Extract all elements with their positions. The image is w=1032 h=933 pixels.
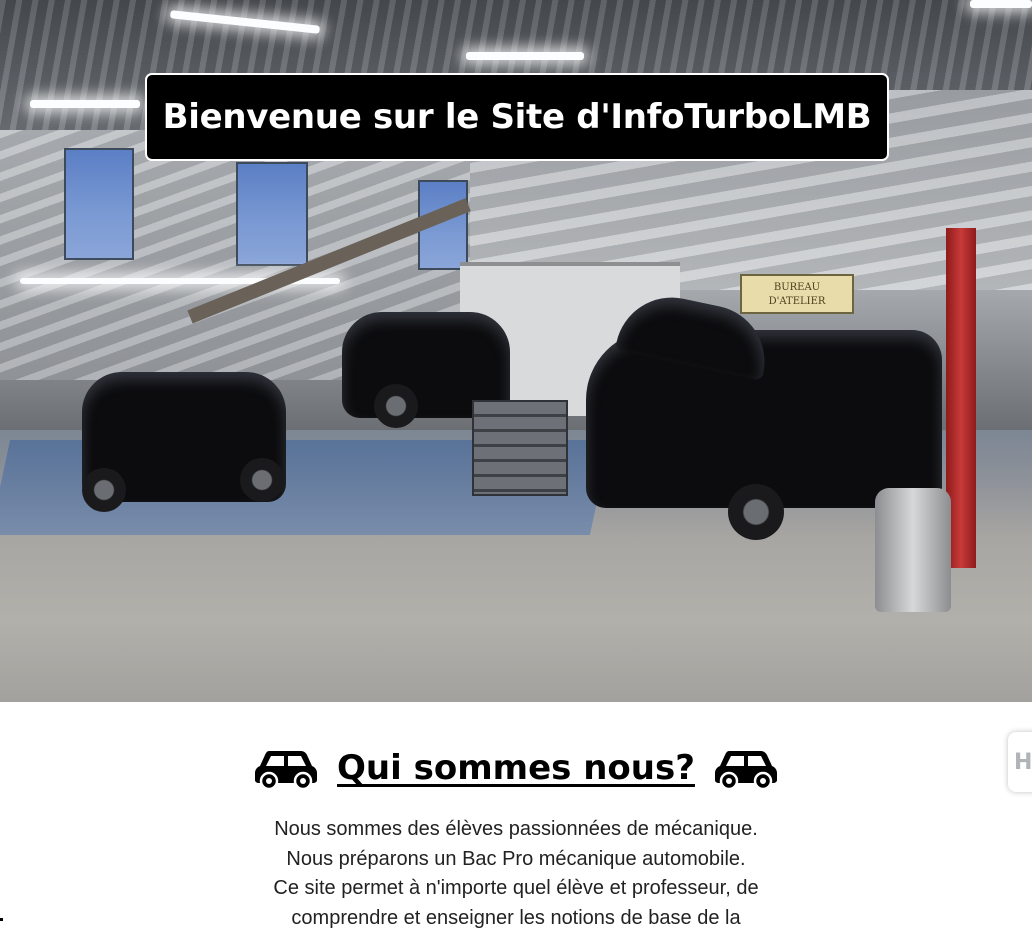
oil-drain-drum [875,488,951,612]
garage-window [64,148,134,260]
about-title: Qui sommes nous? [337,748,695,788]
hero-title: Bienvenue sur le Site d'InfoTurboLMB [145,73,889,161]
edge-marker [0,918,3,921]
office-sign-line: BUREAU [742,281,852,295]
tool-cart [472,400,568,496]
ceiling-light [466,52,584,60]
ceiling-light [970,0,1032,8]
car-wheel [374,384,418,428]
hero-banner: BUREAU D'ATELIER Bienvenue sur le Site d… [0,0,1032,702]
side-widget-tab[interactable]: H [1008,732,1032,792]
office-sign-line: D'ATELIER [742,295,852,309]
about-line: Ce site permet à n'importe quel élève et… [246,874,786,904]
about-section: Qui sommes nous? Nous sommes des élèves … [0,702,1032,926]
ceiling-light [30,100,140,108]
widget-tab-icon: H [1014,750,1032,775]
car-wheel [240,458,284,502]
car-wheel [82,468,126,512]
car-icon [715,747,777,789]
about-line: Nous préparons un Bac Pro mécanique auto… [246,845,786,875]
about-text: Nous sommes des élèves passionnées de mé… [246,815,786,933]
car-icon [255,747,317,789]
car-wheel [728,484,784,540]
about-line: Nous sommes des élèves passionnées de mé… [246,815,786,845]
office-sign: BUREAU D'ATELIER [740,274,854,314]
about-line: comprendre et enseigner les notions de b… [246,904,786,933]
about-heading: Qui sommes nous? [0,740,1032,796]
garage-window [236,162,308,266]
